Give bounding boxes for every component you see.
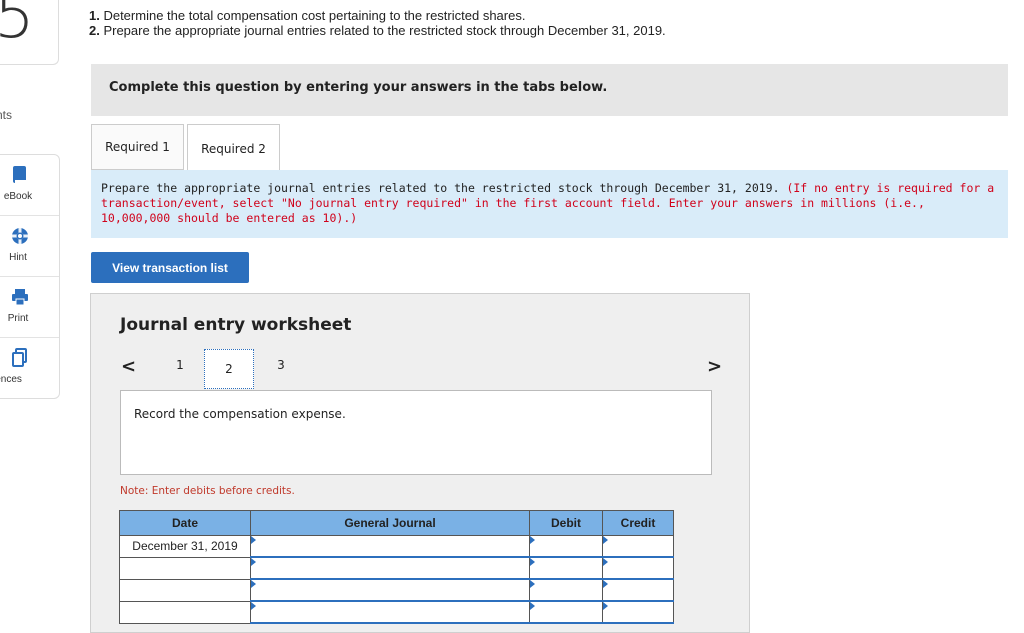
debit-input[interactable]: [529, 578, 603, 602]
tab-required-1[interactable]: Required 1: [91, 124, 184, 170]
step-2-current[interactable]: 2: [204, 349, 254, 389]
hint-label: Hint: [9, 252, 27, 263]
col-debit: Debit: [529, 510, 603, 536]
journal-entry-worksheet: Journal entry worksheet < 1 2 3 > Record…: [90, 293, 750, 633]
chevron-left-icon[interactable]: <: [121, 356, 136, 377]
question-instructions: 1. Determine the total compensation cost…: [89, 8, 666, 38]
question-number: 5: [0, 0, 35, 53]
table-row: December 31, 2019: [119, 535, 674, 558]
credit-input[interactable]: [602, 535, 674, 558]
debit-input[interactable]: [529, 556, 603, 580]
debit-input[interactable]: [529, 600, 603, 624]
col-date: Date: [119, 510, 251, 536]
account-input[interactable]: [250, 556, 530, 580]
item2-number: 2.: [89, 23, 100, 38]
lifebuoy-icon: [10, 226, 30, 246]
references-label: eferences: [0, 374, 22, 385]
item1-number: 1.: [89, 8, 100, 23]
date-cell: [119, 600, 251, 624]
points-label: nts: [0, 108, 13, 122]
account-input[interactable]: [250, 578, 530, 602]
step-1[interactable]: 1: [170, 358, 190, 372]
account-input[interactable]: [250, 535, 530, 558]
references-button[interactable]: eferences: [0, 338, 59, 398]
ebook-label: eBook: [3, 191, 33, 202]
credit-input[interactable]: [602, 578, 674, 602]
tools-rail: eBook Hint Print eferences: [0, 154, 60, 399]
table-row: [119, 578, 674, 602]
table-row: [119, 600, 674, 624]
documents-icon: [10, 348, 30, 368]
print-label: Print: [7, 313, 29, 324]
hint-button[interactable]: Hint: [0, 216, 59, 277]
credit-input[interactable]: [602, 556, 674, 580]
instruction-banner: Complete this question by entering your …: [91, 64, 1008, 116]
chevron-right-icon[interactable]: >: [707, 356, 722, 377]
account-input[interactable]: [250, 600, 530, 624]
banner-text: Complete this question by entering your …: [109, 80, 608, 95]
col-general-journal: General Journal: [250, 510, 530, 536]
view-transaction-list-button[interactable]: View transaction list: [91, 252, 249, 283]
entry-description-box: Record the compensation expense.: [120, 390, 712, 475]
date-cell: December 31, 2019: [119, 535, 251, 558]
printer-icon: [10, 287, 30, 307]
step-3[interactable]: 3: [271, 358, 291, 372]
table-header-row: Date General Journal Debit Credit: [119, 510, 674, 536]
tab-instruction-panel: Prepare the appropriate journal entries …: [91, 170, 1008, 238]
worksheet-title: Journal entry worksheet: [120, 315, 352, 335]
entry-description: Record the compensation expense.: [134, 407, 346, 421]
credit-input[interactable]: [602, 600, 674, 624]
col-credit: Credit: [602, 510, 674, 536]
debit-input[interactable]: [529, 535, 603, 558]
item2-text: Prepare the appropriate journal entries …: [99, 23, 666, 38]
row-date: December 31, 2019: [132, 539, 238, 554]
book-icon: [10, 165, 30, 185]
ebook-button[interactable]: eBook: [0, 155, 59, 216]
debits-note: Note: Enter debits before credits.: [120, 485, 295, 497]
journal-table: Date General Journal Debit Credit Decemb…: [119, 510, 674, 624]
print-button[interactable]: Print: [0, 277, 59, 338]
date-cell: [119, 556, 251, 580]
table-row: [119, 556, 674, 580]
item1-text: Determine the total compensation cost pe…: [99, 8, 526, 23]
tab-instruction-text: Prepare the appropriate journal entries …: [101, 181, 787, 195]
date-cell: [119, 578, 251, 602]
tab-required-2[interactable]: Required 2: [187, 124, 280, 172]
